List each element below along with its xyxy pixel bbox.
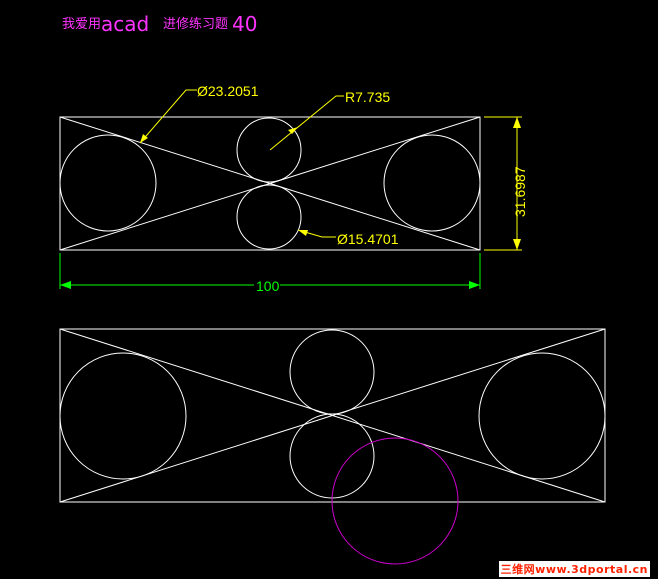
top-right-large-circle	[383, 134, 481, 232]
title-app: acad	[101, 12, 149, 36]
bottom-drawing	[59, 328, 606, 503]
title-prefix: 我爱用	[62, 17, 101, 32]
top-left-large-circle	[59, 134, 157, 232]
dim-width: 100	[59, 253, 481, 294]
title-number: 40	[232, 12, 257, 36]
top-upper-small-circle	[236, 117, 302, 183]
dim-radius-small-text: R7.735	[345, 89, 390, 105]
dim-dia-small-text: Ø15.4701	[337, 231, 399, 247]
dim-width-text: 100	[256, 278, 280, 294]
dim-height: 31.6987	[484, 116, 528, 251]
top-drawing	[59, 116, 481, 251]
magenta-construction-circle	[331, 437, 459, 565]
bottom-upper-small-circle	[289, 329, 375, 415]
dim-height-text: 31.6987	[512, 166, 528, 217]
dim-dia-large-text: Ø23.2051	[197, 83, 259, 99]
dim-radius-small: R7.735	[269, 89, 390, 151]
bottom-right-large-circle	[478, 352, 606, 480]
watermark-logo: 三维网www.3dportal.cn	[498, 561, 650, 577]
bottom-left-large-circle	[59, 352, 187, 480]
cad-drawing-canvas: 我爱用 acad 进修练习题 40 Ø23.2051 R7.735 Ø15.47…	[59, 12, 606, 565]
bottom-lower-small-circle	[289, 413, 375, 499]
title-suffix: 进修练习题	[163, 17, 228, 32]
top-lower-small-circle	[236, 184, 302, 250]
dim-dia-small: Ø15.4701	[297, 229, 399, 247]
